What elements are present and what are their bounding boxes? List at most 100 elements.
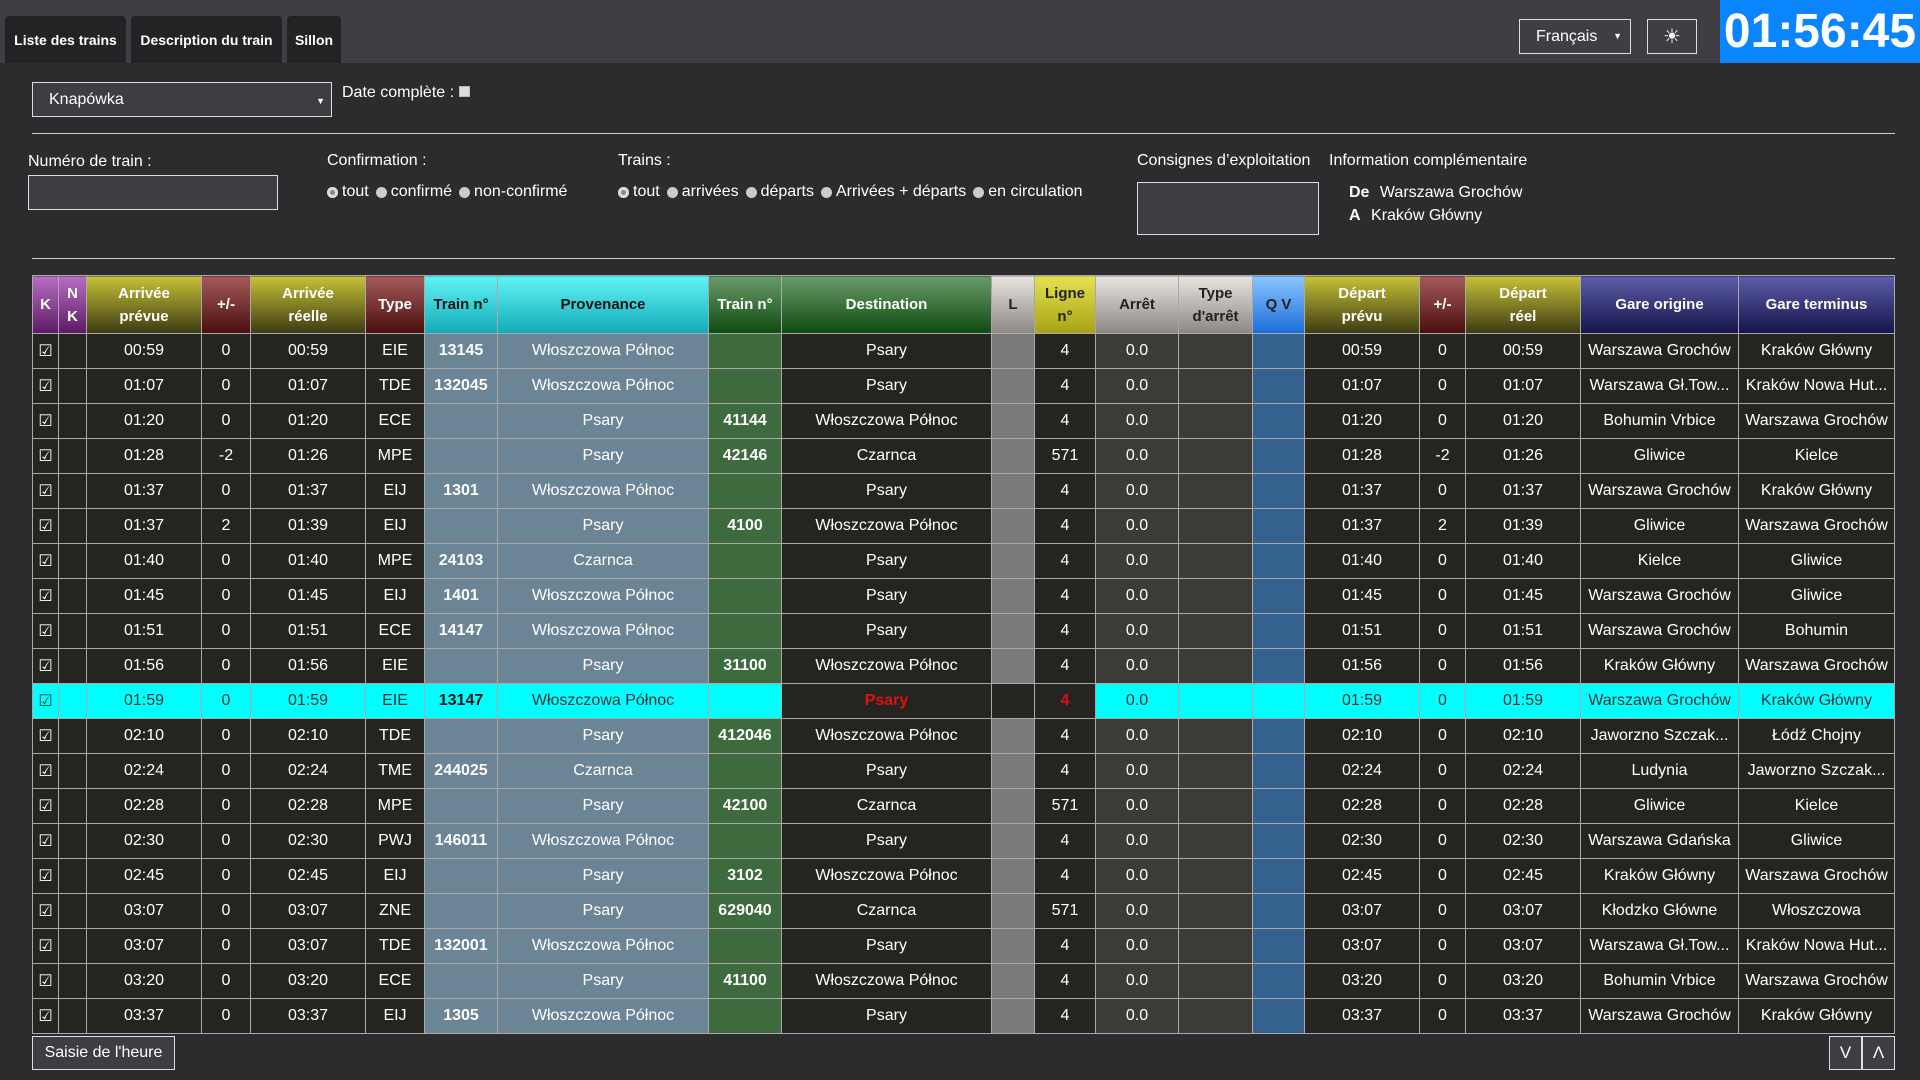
table-row[interactable]: ☑ 02:28 0 02:28 MPE Psary 42100 Czarnca 571 0.0 02… bbox=[32, 788, 1895, 824]
cell-train-depart[interactable] bbox=[708, 998, 782, 1034]
cell-train-arrivee[interactable] bbox=[424, 403, 498, 439]
cell-train-depart[interactable]: 4100 bbox=[708, 508, 782, 544]
col-depart-delta[interactable]: +/- bbox=[1419, 275, 1466, 334]
col-qv[interactable]: Q V bbox=[1252, 275, 1305, 334]
col-provenance[interactable]: Provenance bbox=[497, 275, 709, 334]
cell-train-arrivee[interactable] bbox=[424, 648, 498, 684]
checkbox-k[interactable]: ☑ bbox=[32, 683, 59, 719]
cell-train-arrivee[interactable] bbox=[424, 508, 498, 544]
col-arrivee-reelle[interactable]: Arrivée réelle bbox=[250, 275, 366, 334]
col-depart-prevu[interactable]: Départ prévu bbox=[1304, 275, 1420, 334]
col-gare-origine[interactable]: Gare origine bbox=[1580, 275, 1739, 334]
radio-confirmation-confirme[interactable] bbox=[375, 186, 387, 198]
cell-train-depart[interactable] bbox=[708, 928, 782, 964]
table-row[interactable]: ☑ 01:37 2 01:39 EIJ Psary 4100 Włoszczowa Półno… bbox=[32, 508, 1895, 544]
table-row[interactable]: ☑ 01:56 0 01:56 EIE Psary 31100 Włoszczowa Półn… bbox=[32, 648, 1895, 684]
cell-train-depart[interactable] bbox=[708, 823, 782, 859]
table-row[interactable]: ☑ 02:10 0 02:10 TDE Psary 412046 Włoszczowa Pół… bbox=[32, 718, 1895, 754]
saisie-heure-button[interactable]: Saisie de l'heure bbox=[32, 1036, 175, 1070]
checkbox-k[interactable]: ☑ bbox=[32, 438, 59, 474]
table-row[interactable]: ☑ 02:24 0 02:24 TME 244025 Czarnca Psary 4 0.0 02:… bbox=[32, 753, 1895, 789]
cell-train-arrivee[interactable]: 1305 bbox=[424, 998, 498, 1034]
radio-confirmation-non-confirme[interactable] bbox=[459, 186, 471, 198]
cell-train-depart[interactable]: 31100 bbox=[708, 648, 782, 684]
cell-train-depart[interactable]: 412046 bbox=[708, 718, 782, 754]
col-train-depart[interactable]: Train n° bbox=[708, 275, 782, 334]
cell-train-depart[interactable] bbox=[708, 543, 782, 579]
cell-train-depart[interactable] bbox=[708, 578, 782, 614]
col-depart-reel[interactable]: Départ réel bbox=[1465, 275, 1581, 334]
cell-train-arrivee[interactable]: 146011 bbox=[424, 823, 498, 859]
cell-train-depart[interactable]: 3102 bbox=[708, 858, 782, 894]
table-row[interactable]: ☑ 01:28 -2 01:26 MPE Psary 42146 Czarnca 571 0.0 0… bbox=[32, 438, 1895, 474]
cell-train-arrivee[interactable]: 1301 bbox=[424, 473, 498, 509]
cell-train-depart[interactable]: 42100 bbox=[708, 788, 782, 824]
cell-train-depart[interactable] bbox=[708, 613, 782, 649]
checkbox-k[interactable]: ☑ bbox=[32, 473, 59, 509]
table-row[interactable]: ☑ 01:40 0 01:40 MPE 24103 Czarnca Psary 4 0.0 01:4… bbox=[32, 543, 1895, 579]
checkbox-k[interactable]: ☑ bbox=[32, 403, 59, 439]
cell-train-arrivee[interactable] bbox=[424, 788, 498, 824]
radio-trains-arrivees[interactable] bbox=[666, 186, 678, 198]
cell-train-arrivee[interactable]: 24103 bbox=[424, 543, 498, 579]
cell-train-depart[interactable] bbox=[708, 368, 782, 404]
checkbox-k[interactable]: ☑ bbox=[32, 613, 59, 649]
tab-description-du-train[interactable]: Description du train bbox=[131, 16, 282, 63]
checkbox-k[interactable]: ☑ bbox=[32, 648, 59, 684]
scroll-down-button[interactable]: V bbox=[1829, 1036, 1862, 1070]
checkbox-k[interactable]: ☑ bbox=[32, 718, 59, 754]
checkbox-k[interactable]: ☑ bbox=[32, 753, 59, 789]
cell-train-depart[interactable]: 41100 bbox=[708, 963, 782, 999]
col-k[interactable]: K bbox=[32, 275, 59, 334]
radio-trains-tout[interactable] bbox=[618, 186, 629, 198]
col-ligne[interactable]: Ligne n° bbox=[1034, 275, 1096, 334]
date-complete-checkbox[interactable] bbox=[459, 86, 470, 97]
col-arrivee-delta[interactable]: +/- bbox=[201, 275, 251, 334]
checkbox-k[interactable]: ☑ bbox=[32, 823, 59, 859]
checkbox-k[interactable]: ☑ bbox=[32, 928, 59, 964]
table-row[interactable]: ☑ 01:07 0 01:07 TDE 132045 Włoszczowa Północ Ps… bbox=[32, 368, 1895, 404]
col-type-arret[interactable]: Type d'arrêt bbox=[1178, 275, 1253, 334]
checkbox-k[interactable]: ☑ bbox=[32, 998, 59, 1034]
table-row[interactable]: ☑ 03:07 0 03:07 TDE 132001 Włoszczowa Północ Ps… bbox=[32, 928, 1895, 964]
checkbox-k[interactable]: ☑ bbox=[32, 543, 59, 579]
checkbox-k[interactable]: ☑ bbox=[32, 508, 59, 544]
cell-train-arrivee[interactable]: 13145 bbox=[424, 333, 498, 369]
radio-trains-en-circulation[interactable] bbox=[973, 186, 985, 198]
table-row[interactable]: ☑ 01:37 0 01:37 EIJ 1301 Włoszczowa Północ Psar… bbox=[32, 473, 1895, 509]
language-select[interactable]: Français ▼ bbox=[1519, 19, 1631, 54]
table-row[interactable]: ☑ 01:51 0 01:51 ECE 14147 Włoszczowa Północ Psa… bbox=[32, 613, 1895, 649]
table-row[interactable]: ☑ 02:45 0 02:45 EIJ Psary 3102 Włoszczowa Półno… bbox=[32, 858, 1895, 894]
col-type[interactable]: Type bbox=[365, 275, 425, 334]
col-l[interactable]: L bbox=[991, 275, 1035, 334]
checkbox-k[interactable]: ☑ bbox=[32, 578, 59, 614]
col-gare-terminus[interactable]: Gare terminus bbox=[1738, 275, 1895, 334]
table-row[interactable]: ☑ 00:59 0 00:59 EIE 13145 Włoszczowa Północ Psa… bbox=[32, 333, 1895, 369]
table-row[interactable]: ☑ 03:37 0 03:37 EIJ 1305 Włoszczowa Północ Psar… bbox=[32, 998, 1895, 1034]
table-row[interactable]: ☑ 01:45 0 01:45 EIJ 1401 Włoszczowa Północ Psar… bbox=[32, 578, 1895, 614]
table-row[interactable]: ☑ 01:20 0 01:20 ECE Psary 41144 Włoszczowa Półn… bbox=[32, 403, 1895, 439]
train-number-input[interactable] bbox=[28, 175, 278, 210]
cell-train-arrivee[interactable] bbox=[424, 893, 498, 929]
consignes-input[interactable] bbox=[1137, 182, 1319, 235]
table-row[interactable]: ☑ 03:20 0 03:20 ECE Psary 41100 Włoszczowa Półn… bbox=[32, 963, 1895, 999]
radio-confirmation-tout[interactable] bbox=[327, 186, 338, 198]
cell-train-arrivee[interactable] bbox=[424, 858, 498, 894]
checkbox-k[interactable]: ☑ bbox=[32, 788, 59, 824]
cell-train-depart[interactable] bbox=[708, 473, 782, 509]
cell-train-arrivee[interactable] bbox=[424, 718, 498, 754]
station-select[interactable]: Knapówka ▼ bbox=[32, 82, 332, 117]
table-row[interactable]: ☑ 01:59 0 01:59 EIE 13147 Włoszczowa Północ Psa… bbox=[32, 683, 1895, 719]
cell-train-arrivee[interactable]: 13147 bbox=[424, 683, 498, 719]
checkbox-k[interactable]: ☑ bbox=[32, 368, 59, 404]
cell-train-arrivee[interactable]: 132045 bbox=[424, 368, 498, 404]
cell-train-depart[interactable]: 42146 bbox=[708, 438, 782, 474]
cell-train-depart[interactable]: 629040 bbox=[708, 893, 782, 929]
col-destination[interactable]: Destination bbox=[781, 275, 992, 334]
cell-train-arrivee[interactable] bbox=[424, 438, 498, 474]
checkbox-k[interactable]: ☑ bbox=[32, 893, 59, 929]
cell-train-arrivee[interactable]: 1401 bbox=[424, 578, 498, 614]
scroll-up-button[interactable]: Λ bbox=[1862, 1036, 1895, 1070]
cell-train-arrivee[interactable]: 132001 bbox=[424, 928, 498, 964]
table-row[interactable]: ☑ 03:07 0 03:07 ZNE Psary 629040 Czarnca 571 0.0 0… bbox=[32, 893, 1895, 929]
